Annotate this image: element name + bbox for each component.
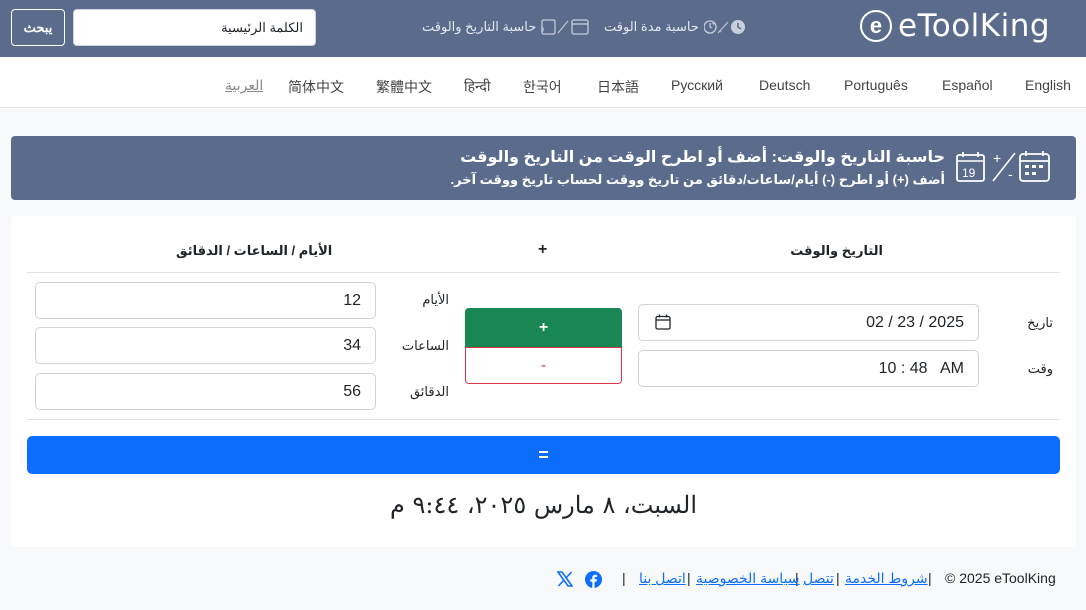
lang-chinese-traditional[interactable]: 繁體中文 xyxy=(376,77,432,97)
logo-text: eToolKing xyxy=(898,7,1051,44)
footer-connect-link[interactable]: تتصل xyxy=(803,570,834,587)
result-text: السبت، ٨ مارس ٢٠٢٥، ٩:٤٤ م xyxy=(390,491,697,519)
svg-text:+: + xyxy=(993,150,1001,166)
date-input[interactable]: 02 / 23 / 2025 xyxy=(638,304,979,341)
language-bar: English Español Português Deutsch Русски… xyxy=(0,57,1086,108)
footer-privacy-link[interactable]: سياسة الخصوصية xyxy=(696,570,800,587)
search-input[interactable] xyxy=(73,9,316,46)
svg-text:19: 19 xyxy=(962,166,976,180)
days-label: الأيام xyxy=(422,292,449,307)
divider xyxy=(27,272,1060,273)
calendar-plus-minus-icon: 19 xyxy=(541,19,589,35)
footer-separator: | xyxy=(928,570,932,586)
date-value: 02 / 23 / 2025 xyxy=(866,313,964,331)
hours-label: الساعات xyxy=(401,338,449,353)
svg-text:-: - xyxy=(1008,166,1013,182)
nav-duration-calculator[interactable]: + - حاسبة مدة الوقت xyxy=(604,18,746,36)
privacy-link[interactable]: سياسة الخصوصية xyxy=(696,570,800,586)
footer-separator: | xyxy=(622,570,626,586)
lang-portuguese[interactable]: Português xyxy=(844,77,908,93)
footer-separator: | xyxy=(687,570,691,586)
page-title: حاسبة التاريخ والوقت: أضف أو اطرح الوقت … xyxy=(460,149,945,166)
x-twitter-icon[interactable] xyxy=(557,571,573,587)
nav-duration-label: حاسبة مدة الوقت xyxy=(604,19,699,34)
search-button[interactable]: يبحث xyxy=(11,9,65,46)
calculator-card: التاريخ والوقت + الأيام / الساعات / الدق… xyxy=(11,216,1076,547)
add-button[interactable]: + xyxy=(465,308,622,347)
svg-text:-: - xyxy=(719,27,722,36)
top-navbar: e eToolKing + - حاسبة مدة الوقت 19 حاسبة… xyxy=(0,0,1086,57)
lang-spanish[interactable]: Español xyxy=(942,77,993,93)
calendar-plus-minus-icon: 19 + - xyxy=(956,150,1050,182)
column-header-datetime: التاريخ والوقت xyxy=(790,243,883,258)
lang-english[interactable]: English xyxy=(1025,77,1071,93)
minutes-input[interactable]: 56 xyxy=(35,373,376,410)
time-input[interactable]: 10 : 48 AM xyxy=(638,350,979,387)
minutes-value: 56 xyxy=(343,382,361,400)
nav-datetime-calculator[interactable]: 19 حاسبة التاريخ والوقت xyxy=(422,18,589,36)
calculate-button[interactable]: = xyxy=(27,436,1060,474)
clock-plus-minus-icon: + - xyxy=(703,19,745,36)
lang-chinese-simplified[interactable]: 简体中文 xyxy=(288,77,344,97)
logo-e-icon: e xyxy=(860,10,892,42)
connect-link[interactable]: تتصل xyxy=(803,570,834,586)
days-input[interactable]: 12 xyxy=(35,282,376,319)
hours-value: 34 xyxy=(343,336,361,354)
subtract-button[interactable]: - xyxy=(465,347,622,384)
site-logo[interactable]: e eToolKing xyxy=(860,7,1050,45)
date-label: تاريخ xyxy=(1027,315,1053,330)
lang-korean[interactable]: 한국어 xyxy=(523,77,562,97)
time-value: 10 : 48 AM xyxy=(878,359,964,377)
footer-separator: | xyxy=(836,570,840,586)
time-label: وقت xyxy=(1027,361,1053,376)
nav-datetime-label: حاسبة التاريخ والوقت xyxy=(422,19,537,34)
lang-arabic[interactable]: العربية xyxy=(225,77,263,94)
lang-hindi[interactable]: हिन्दी xyxy=(464,77,490,96)
column-header-operation: + xyxy=(538,241,548,258)
facebook-icon[interactable] xyxy=(585,571,602,588)
minutes-label: الدقائق xyxy=(409,384,449,399)
banner-icons: 19 + - xyxy=(956,150,1064,184)
footer-contact-link[interactable]: اتصل بنا xyxy=(639,570,686,587)
lang-russian[interactable]: Русский xyxy=(671,77,723,93)
hours-input[interactable]: 34 xyxy=(35,327,376,364)
divider xyxy=(27,419,1060,420)
footer-copyright: © 2025 eToolKing xyxy=(945,570,1056,586)
svg-text:19: 19 xyxy=(541,27,544,34)
page-header-banner: 19 + - حاسبة التاريخ والوقت: أضف أو اطرح… xyxy=(11,136,1076,200)
page-subtitle: أضف (+) أو اطرح (-) أيام/ساعات/دقائق من … xyxy=(450,172,945,187)
contact-link[interactable]: اتصل بنا xyxy=(639,570,686,586)
column-header-units: الأيام / الساعات / الدقائق xyxy=(176,243,333,258)
calendar-icon[interactable] xyxy=(655,314,671,330)
footer-terms-link[interactable]: شروط الخدمة xyxy=(845,570,928,587)
terms-link[interactable]: شروط الخدمة xyxy=(845,570,928,586)
days-value: 12 xyxy=(343,291,361,309)
lang-german[interactable]: Deutsch xyxy=(759,77,810,93)
lang-japanese[interactable]: 日本語 xyxy=(597,77,639,97)
